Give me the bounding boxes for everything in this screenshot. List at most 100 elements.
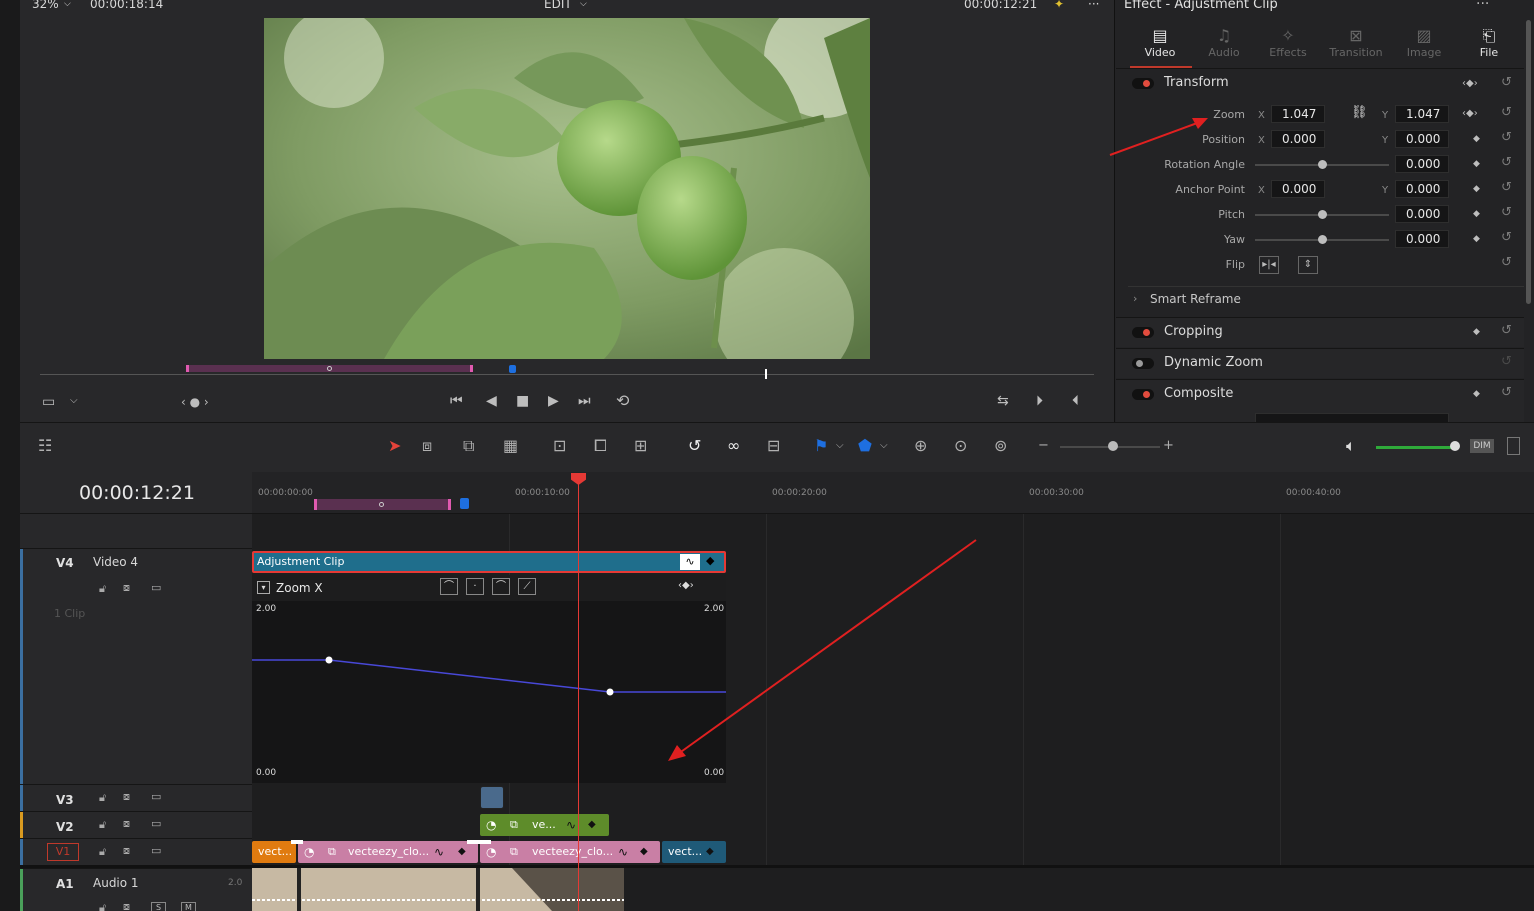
curve-keyframe-2[interactable] bbox=[606, 688, 614, 696]
ruler-marker-blue[interactable] bbox=[460, 498, 469, 509]
v1-clip-a[interactable]: vect... bbox=[252, 841, 296, 863]
keyframe-icon[interactable]: ◆ bbox=[640, 841, 648, 863]
cropping-section[interactable]: Cropping bbox=[1116, 317, 1524, 347]
blade-tool-icon[interactable]: ▦ bbox=[503, 436, 518, 455]
timeline-view-options-icon[interactable]: ☷ bbox=[38, 436, 52, 455]
yaw-reset-icon[interactable]: ↺ bbox=[1501, 230, 1512, 245]
ease-out-icon[interactable]: ⌒ bbox=[492, 578, 510, 595]
a1-audio-clip[interactable] bbox=[252, 868, 624, 911]
link-icon[interactable]: ⛓ bbox=[1351, 105, 1368, 120]
zoom-x-field[interactable]: 1.047 bbox=[1271, 105, 1325, 123]
viewer-marker-blue[interactable] bbox=[509, 365, 516, 373]
anchor-x-field[interactable]: 0.000 bbox=[1271, 180, 1325, 198]
viewer-options-icon[interactable]: ▭ bbox=[42, 394, 55, 410]
timeline-zoom-knob[interactable] bbox=[1108, 441, 1118, 451]
dynamic-zoom-section[interactable]: Dynamic Zoom bbox=[1116, 348, 1524, 378]
curve-dropdown-icon[interactable]: ▾ bbox=[257, 581, 270, 594]
dynamic-zoom-toggle[interactable] bbox=[1132, 358, 1154, 369]
keyframe-toggle-icon[interactable]: ◆ bbox=[706, 554, 714, 567]
smart-reframe-label[interactable]: Smart Reframe bbox=[1150, 292, 1241, 306]
auto-select-icon[interactable]: ⧇ bbox=[123, 900, 130, 911]
flip-vertical-icon[interactable]: ⇕ bbox=[1298, 256, 1318, 274]
viewer-scrub-bar[interactable] bbox=[40, 374, 1094, 375]
yaw-keyframe-icon[interactable]: ◆ bbox=[1473, 234, 1480, 244]
jog-control-icon[interactable]: ‹ ● › bbox=[181, 395, 209, 409]
tab-transition[interactable]: ⊠ Transition bbox=[1324, 26, 1388, 59]
linear-icon[interactable]: · bbox=[466, 578, 484, 595]
v1-clip-c[interactable]: ◔ ⧉ vecteezy_clo... ∿ ◆ bbox=[480, 841, 660, 863]
anchor-keyframe-icon[interactable]: ◆ bbox=[1473, 184, 1480, 194]
transition-handle[interactable] bbox=[467, 840, 491, 844]
next-edit-icon[interactable]: ⏵ bbox=[1036, 393, 1043, 409]
keyframe-icon[interactable]: ◆ bbox=[706, 841, 714, 863]
lock-icon[interactable]: 🔓︎ bbox=[99, 791, 106, 805]
zoom-custom-icon[interactable]: ⊚ bbox=[994, 436, 1007, 455]
volume-knob[interactable] bbox=[1450, 441, 1460, 451]
tab-file[interactable]: ⎗ File bbox=[1457, 26, 1521, 59]
keyframe-icon[interactable]: ◆ bbox=[458, 841, 466, 863]
pitch-keyframe-icon[interactable]: ◆ bbox=[1473, 209, 1480, 219]
auto-select-icon[interactable]: ⧇ bbox=[123, 844, 130, 858]
bezier-icon[interactable]: ⟋ bbox=[518, 578, 536, 595]
curve-keyframe-1[interactable] bbox=[325, 656, 333, 664]
track-visibility-icon[interactable]: ▭ bbox=[151, 844, 161, 857]
audio-meter-icon[interactable] bbox=[1507, 437, 1520, 455]
composite-mode-dropdown[interactable] bbox=[1255, 413, 1449, 422]
cropping-keyframe-icon[interactable]: ◆ bbox=[1473, 327, 1480, 337]
loop-icon[interactable]: ⟲ bbox=[616, 391, 629, 410]
tab-video[interactable]: ▤ Video bbox=[1128, 26, 1192, 59]
zoom-keyframe-nav-icon[interactable]: ‹◆› bbox=[1462, 108, 1478, 119]
inspector-more-icon[interactable]: ··· bbox=[1476, 0, 1489, 12]
curve-keyframe-nav-icon[interactable]: ‹◆› bbox=[678, 580, 694, 591]
composite-keyframe-icon[interactable]: ◆ bbox=[1473, 389, 1480, 399]
go-to-end-icon[interactable]: ⏭ bbox=[578, 393, 591, 409]
transform-keyframe-nav-icon[interactable]: ‹◆› bbox=[1462, 78, 1478, 89]
smart-reframe-chevron-icon[interactable]: › bbox=[1133, 292, 1137, 305]
mode-chevron-down-icon[interactable]: ⌵ bbox=[580, 0, 587, 9]
curve-icon[interactable]: ∿ bbox=[618, 841, 628, 863]
snapping-icon[interactable]: ↺ bbox=[688, 436, 701, 455]
page-mode-label[interactable]: EDIT bbox=[544, 0, 572, 11]
mute-button[interactable]: M bbox=[181, 902, 196, 911]
curve-parameter-label[interactable]: Zoom X bbox=[276, 581, 323, 595]
volume-slider[interactable] bbox=[1376, 446, 1456, 449]
stop-icon[interactable]: ■ bbox=[516, 393, 529, 409]
zoom-out-icon[interactable]: − bbox=[1038, 438, 1049, 453]
track-name-a1[interactable]: Audio 1 bbox=[93, 876, 139, 890]
match-frame-icon[interactable]: ⇆ bbox=[997, 393, 1009, 409]
overwrite-clip-icon[interactable]: ⧠ bbox=[594, 436, 607, 456]
lock-icon[interactable]: 🔓︎ bbox=[99, 845, 106, 859]
position-x-field[interactable]: 0.000 bbox=[1271, 130, 1325, 148]
yaw-field[interactable]: 0.000 bbox=[1395, 230, 1449, 248]
timeline-playhead[interactable] bbox=[578, 478, 579, 911]
anchor-y-field[interactable]: 0.000 bbox=[1395, 180, 1449, 198]
inspector-scrollbar[interactable] bbox=[1526, 20, 1531, 304]
flag-chevron-icon[interactable]: ⌵ bbox=[836, 440, 844, 451]
position-reset-icon[interactable]: ↺ bbox=[1501, 130, 1512, 145]
composite-toggle[interactable] bbox=[1132, 389, 1154, 400]
curve-icon[interactable]: ∿ bbox=[434, 841, 444, 863]
transform-reset-icon[interactable]: ↺ bbox=[1501, 75, 1512, 90]
composite-reset-icon[interactable]: ↺ bbox=[1501, 385, 1512, 400]
timeline-timecode[interactable]: 00:00:12:21 bbox=[79, 482, 195, 504]
rotation-angle-field[interactable]: 0.000 bbox=[1395, 155, 1449, 173]
lock-icon[interactable]: 🔓︎ bbox=[99, 818, 106, 832]
go-to-start-icon[interactable]: ⏮ bbox=[450, 393, 463, 409]
zoom-reset-icon[interactable]: ↺ bbox=[1501, 105, 1512, 120]
zoom-y-field[interactable]: 1.047 bbox=[1395, 105, 1449, 123]
trim-tool-icon[interactable]: ⧈ bbox=[422, 436, 432, 456]
solo-button[interactable]: S bbox=[151, 902, 166, 911]
marker-icon[interactable]: ⬟ bbox=[858, 436, 872, 455]
v2-clip[interactable]: ◔ ⧉ ve... ∿ ◆ bbox=[480, 814, 609, 836]
chevron-down-icon[interactable]: ⌵ bbox=[64, 0, 71, 9]
track-name-v4[interactable]: Video 4 bbox=[93, 555, 138, 569]
curve-icon[interactable]: ∿ bbox=[566, 814, 576, 836]
zoom-curve-graph[interactable] bbox=[252, 601, 726, 783]
cropping-reset-icon[interactable]: ↺ bbox=[1501, 323, 1512, 338]
play-reverse-icon[interactable]: ◀ bbox=[486, 393, 497, 409]
tab-audio[interactable]: ♫ Audio bbox=[1192, 26, 1256, 59]
tab-image[interactable]: ▨ Image bbox=[1392, 26, 1456, 59]
track-visibility-icon[interactable]: ▭ bbox=[151, 790, 161, 803]
v3-clip[interactable] bbox=[480, 786, 504, 809]
auto-select-icon[interactable]: ⧇ bbox=[123, 790, 130, 804]
